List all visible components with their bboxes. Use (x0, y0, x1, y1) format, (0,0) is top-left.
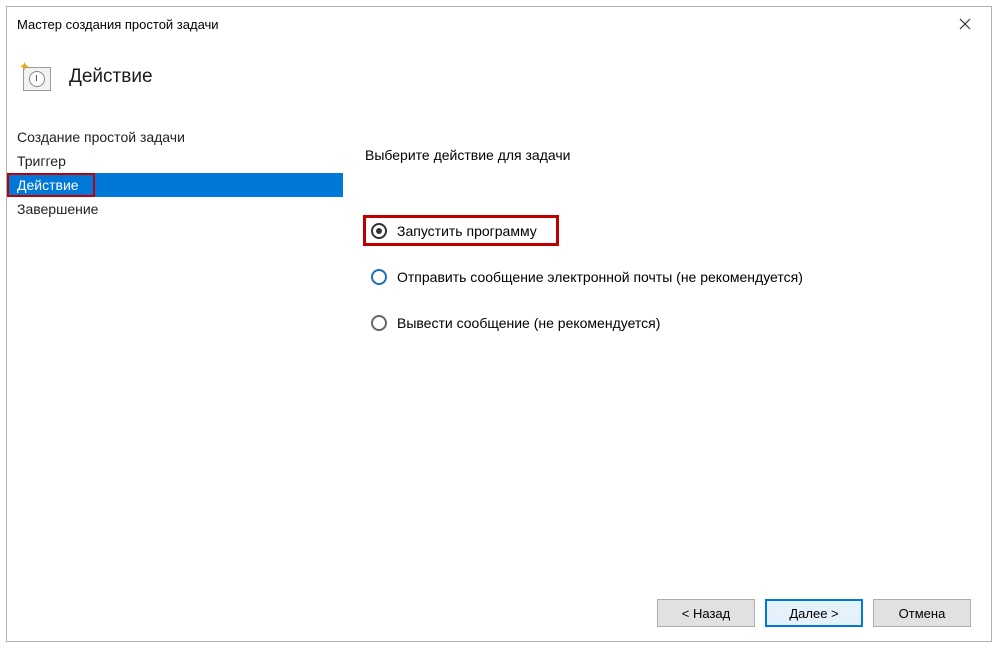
action-radio-group: Запустить программу Отправить сообщение … (365, 219, 991, 335)
radio-icon (371, 315, 387, 331)
radio-icon (371, 223, 387, 239)
radio-send-email[interactable]: Отправить сообщение электронной почты (н… (365, 265, 991, 289)
cancel-button[interactable]: Отмена (873, 599, 971, 627)
next-button[interactable]: Далее > (765, 599, 863, 627)
sidebar-item-label: Завершение (17, 201, 98, 217)
wizard-footer: < Назад Далее > Отмена (7, 589, 991, 641)
sidebar-item-label: Создание простой задачи (17, 129, 185, 145)
wizard-header: ✦ Действие (7, 41, 991, 125)
radio-start-program[interactable]: Запустить программу (365, 219, 991, 243)
back-button[interactable]: < Назад (657, 599, 755, 627)
close-icon (959, 18, 971, 30)
titlebar: Мастер создания простой задачи (7, 7, 991, 41)
content-area: Создание простой задачи Триггер Действие… (7, 125, 991, 589)
radio-label: Запустить программу (397, 223, 537, 239)
sidebar-item-trigger[interactable]: Триггер (7, 149, 343, 173)
window-title: Мастер создания простой задачи (17, 17, 949, 32)
sidebar-item-label: Триггер (17, 153, 66, 169)
sidebar-item-label: Действие (17, 177, 79, 193)
clock-icon: ✦ (21, 61, 53, 93)
instruction-text: Выберите действие для задачи (365, 147, 991, 163)
radio-display-message[interactable]: Вывести сообщение (не рекомендуется) (365, 311, 991, 335)
sidebar-item-finish[interactable]: Завершение (7, 197, 343, 221)
radio-icon (371, 269, 387, 285)
sidebar-item-action[interactable]: Действие (7, 173, 343, 197)
close-button[interactable] (949, 10, 981, 38)
wizard-steps-sidebar: Создание простой задачи Триггер Действие… (7, 125, 343, 589)
sidebar-item-create-task[interactable]: Создание простой задачи (7, 125, 343, 149)
page-title: Действие (69, 66, 153, 88)
radio-label: Отправить сообщение электронной почты (н… (397, 269, 803, 285)
radio-label: Вывести сообщение (не рекомендуется) (397, 315, 660, 331)
main-panel: Выберите действие для задачи Запустить п… (343, 125, 991, 589)
wizard-window: Мастер создания простой задачи ✦ Действи… (6, 6, 992, 642)
